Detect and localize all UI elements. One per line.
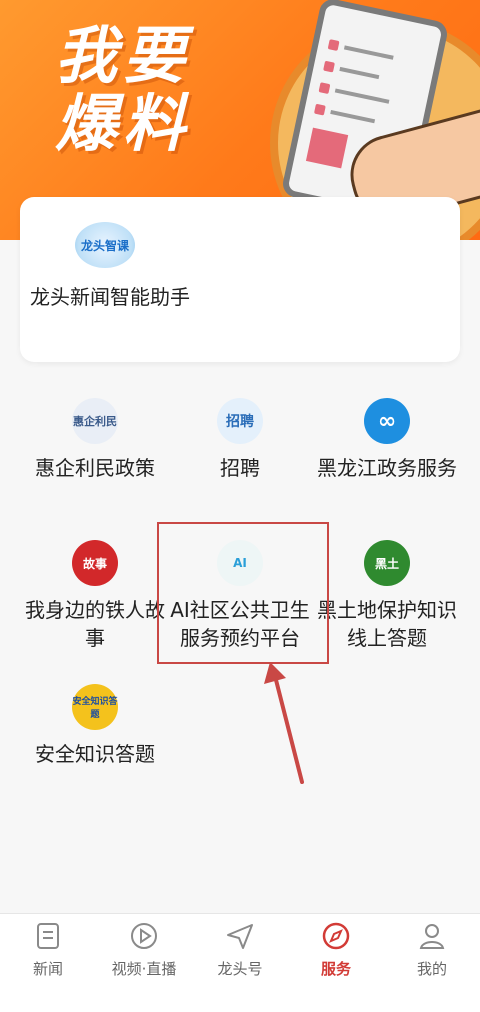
service-huiqi[interactable]: 惠企利民 惠企利民政策 bbox=[20, 398, 170, 482]
service-tieren-story[interactable]: 故事 我身边的铁人故事 bbox=[20, 540, 170, 652]
tab-longtou-hao[interactable]: 龙头号 bbox=[192, 920, 288, 979]
tab-service[interactable]: 服务 bbox=[288, 920, 384, 979]
tab-label: 新闻 bbox=[32, 960, 63, 978]
service-label: 黑龙江政务服务 bbox=[317, 456, 457, 480]
service-label: 黑土地保护知识线上答题 bbox=[317, 598, 457, 650]
assistant-card[interactable]: 龙头智课 龙头新闻智能助手 bbox=[20, 197, 460, 362]
send-icon bbox=[224, 920, 256, 952]
service-safety-quiz[interactable]: 安全知识答题 安全知识答题 bbox=[20, 684, 170, 768]
tab-video-live[interactable]: 视频·直播 bbox=[96, 920, 192, 979]
play-icon bbox=[128, 920, 160, 952]
assistant-icon: 龙头智课 bbox=[75, 222, 135, 268]
service-heilongjiang-gov[interactable]: ∞ 黑龙江政务服务 bbox=[312, 398, 462, 482]
assistant-label: 龙头新闻智能助手 bbox=[30, 285, 190, 309]
banner-title-line1: 我要 bbox=[55, 19, 192, 92]
tab-news[interactable]: 新闻 bbox=[0, 920, 96, 979]
recruit-icon: 招聘 bbox=[217, 398, 263, 444]
tab-label: 龙头号 bbox=[217, 960, 263, 978]
huiqi-icon: 惠企利民 bbox=[72, 398, 118, 444]
service-black-soil-quiz[interactable]: 黑土 黑土地保护知识线上答题 bbox=[312, 540, 462, 652]
service-label: 安全知识答题 bbox=[35, 742, 155, 766]
annotation-arrow bbox=[264, 662, 304, 784]
story-icon: 故事 bbox=[72, 540, 118, 586]
gov-service-icon: ∞ bbox=[364, 398, 410, 444]
black-soil-icon: 黑土 bbox=[364, 540, 410, 586]
banner-title: 我要 爆料 bbox=[55, 22, 191, 158]
service-label: 我身边的铁人故事 bbox=[25, 598, 165, 650]
news-icon bbox=[32, 920, 64, 952]
tab-label: 我的 bbox=[416, 960, 447, 978]
tab-profile[interactable]: 我的 bbox=[384, 920, 480, 979]
profile-icon bbox=[416, 920, 448, 952]
highlight-box bbox=[157, 522, 329, 664]
service-label: 惠企利民政策 bbox=[35, 456, 155, 480]
service-label: 招聘 bbox=[220, 456, 260, 480]
safety-quiz-icon: 安全知识答题 bbox=[72, 684, 118, 730]
banner-title-line2: 爆料 bbox=[55, 87, 192, 160]
service-recruit[interactable]: 招聘 招聘 bbox=[165, 398, 315, 482]
service-icon bbox=[320, 920, 352, 952]
tab-label: 服务 bbox=[320, 960, 351, 978]
bottom-tab-bar: 新闻 视频·直播 龙头号 服务 我的 bbox=[0, 913, 480, 1012]
tab-label: 视频·直播 bbox=[111, 960, 177, 978]
